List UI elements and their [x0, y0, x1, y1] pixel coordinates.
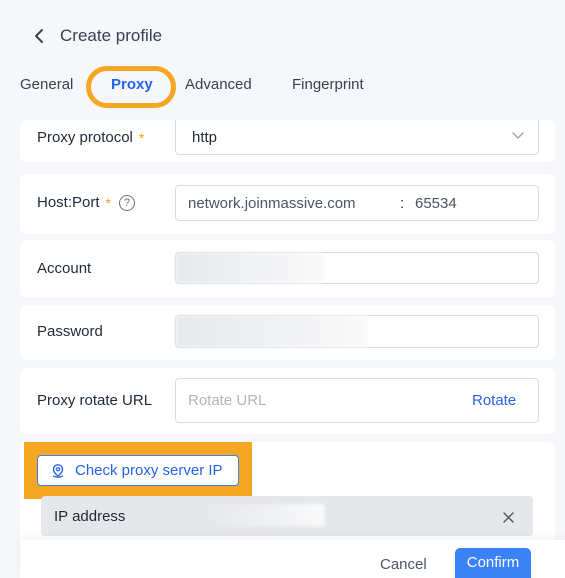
- host-value: network.joinmassive.com: [188, 194, 356, 212]
- redacted-password: [176, 316, 368, 347]
- host-port-row: Host:Port * ? network.joinmassive.com : …: [20, 174, 555, 234]
- rotate-button[interactable]: Rotate: [472, 392, 516, 409]
- account-label: Account: [37, 260, 92, 277]
- host-port-separator: :: [400, 194, 405, 212]
- back-button[interactable]: [26, 23, 52, 49]
- password-row: Password: [20, 305, 555, 360]
- password-label: Password: [37, 323, 103, 340]
- page-header: Create profile: [24, 22, 162, 50]
- cancel-button[interactable]: Cancel: [380, 556, 427, 573]
- chevron-left-icon: [35, 29, 43, 43]
- rotate-url-label: Proxy rotate URL: [37, 392, 153, 409]
- rotate-url-placeholder: Rotate URL: [188, 392, 267, 409]
- rotate-url-input[interactable]: Rotate URL Rotate: [175, 378, 539, 423]
- location-pin-icon: [52, 463, 64, 478]
- footer-bar: Cancel Confirm: [20, 540, 565, 578]
- confirm-label: Confirm: [466, 553, 520, 571]
- proxy-protocol-row: Proxy protocol * http: [20, 120, 555, 162]
- required-mark: *: [138, 129, 145, 146]
- proxy-protocol-label: Proxy protocol *: [37, 129, 144, 146]
- check-proxy-label: Check proxy server IP: [75, 462, 223, 479]
- chevron-down-icon: [512, 132, 524, 139]
- check-proxy-button[interactable]: Check proxy server IP: [37, 455, 239, 486]
- port-value[interactable]: 65534: [415, 195, 457, 212]
- page-title: Create profile: [60, 26, 163, 45]
- host-port-label-text: Host:Port: [37, 194, 100, 211]
- help-icon[interactable]: ?: [118, 194, 135, 211]
- close-icon: [502, 511, 514, 523]
- password-input[interactable]: [175, 315, 539, 348]
- tab-bar: General Proxy Advanced Fingerprint: [0, 66, 565, 106]
- tab-fingerprint[interactable]: Fingerprint: [292, 76, 364, 93]
- proxy-protocol-select[interactable]: http: [175, 120, 539, 155]
- confirm-button[interactable]: Confirm: [455, 548, 531, 578]
- ip-address-label: IP address: [54, 508, 126, 525]
- host-port-label: Host:Port * ?: [37, 194, 135, 211]
- tab-proxy[interactable]: Proxy: [111, 76, 153, 93]
- rotate-url-row: Proxy rotate URL Rotate URL Rotate: [20, 368, 555, 434]
- account-input[interactable]: [175, 252, 539, 284]
- tab-advanced[interactable]: Advanced: [185, 76, 252, 93]
- ip-result-panel: IP address: [41, 496, 533, 536]
- required-mark: *: [105, 194, 111, 211]
- close-button[interactable]: [500, 509, 516, 525]
- host-input[interactable]: network.joinmassive.com : 65534: [175, 185, 539, 221]
- account-row: Account: [20, 240, 555, 297]
- proxy-protocol-value: http: [192, 128, 218, 146]
- redacted-account: [176, 253, 324, 283]
- proxy-protocol-label-text: Proxy protocol: [37, 129, 133, 146]
- redacted-ip: [209, 504, 325, 526]
- tab-general[interactable]: General: [20, 76, 73, 93]
